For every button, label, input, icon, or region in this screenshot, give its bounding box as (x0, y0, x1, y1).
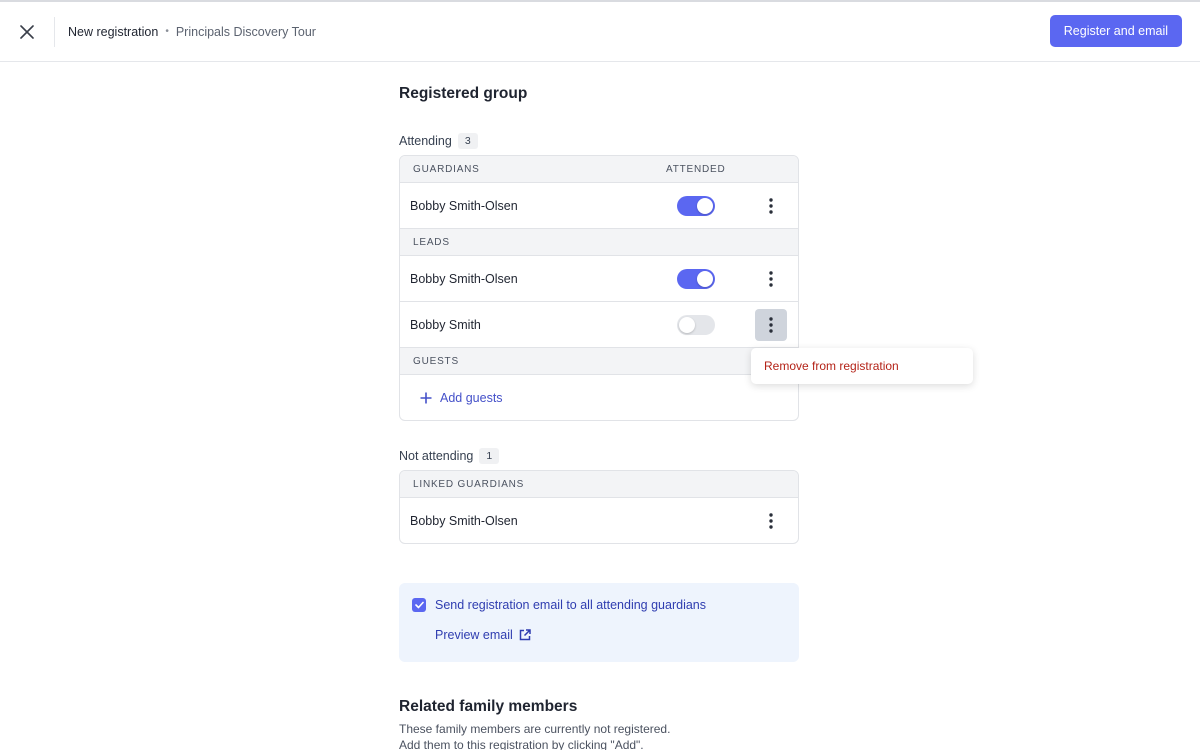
attended-column-header: ATTENDED (666, 163, 726, 175)
check-icon (414, 601, 424, 609)
event-name: Principals Discovery Tour (175, 24, 316, 39)
top-bar: New registration • Principals Discovery … (0, 2, 1200, 62)
attended-toggle[interactable] (677, 195, 715, 216)
plus-icon (420, 392, 432, 403)
preview-email-label: Preview email (435, 628, 513, 642)
row-menu-button[interactable] (755, 308, 787, 341)
linked-guardians-header: LINKED GUARDIANS (400, 471, 798, 498)
guests-header: GUESTS (400, 348, 798, 375)
related-family-description: These family members are currently not r… (399, 721, 670, 750)
register-and-email-button[interactable]: Register and email (1049, 15, 1182, 47)
attended-toggle[interactable] (677, 268, 715, 289)
linked-guardians-header-label: LINKED GUARDIANS (413, 478, 525, 490)
section-heading: Registered group (399, 85, 528, 102)
send-email-label[interactable]: Send registration email to all attending… (435, 598, 706, 612)
toggle-knob (679, 316, 695, 333)
leads-header: LEADS (400, 229, 798, 256)
not-attending-label: Not attending 1 (399, 448, 500, 464)
not-attending-count-badge: 1 (479, 448, 500, 464)
page-title: New registration (68, 24, 159, 39)
description-line: Add them to this registration by clickin… (399, 738, 644, 750)
breadcrumb-separator: • (165, 26, 169, 37)
leads-header-label: LEADS (413, 236, 450, 248)
more-vertical-icon (769, 197, 773, 214)
attended-toggle[interactable] (677, 314, 715, 335)
remove-from-registration-item[interactable]: Remove from registration (764, 359, 899, 373)
row-menu-button[interactable] (755, 505, 787, 537)
more-vertical-icon (769, 512, 773, 529)
not-attending-text: Not attending (399, 449, 474, 463)
divider (54, 16, 55, 47)
not-attending-table: LINKED GUARDIANS Bobby Smith-Olsen (399, 470, 799, 544)
send-email-checkbox[interactable] (412, 598, 426, 612)
email-options-panel: Send registration email to all attending… (399, 583, 799, 662)
attendee-name: Bobby Smith (410, 317, 481, 332)
attendee-name: Bobby Smith-Olsen (410, 198, 518, 213)
row-menu-button[interactable] (755, 190, 787, 222)
guests-header-label: GUESTS (413, 355, 459, 367)
guardian-name: Bobby Smith-Olsen (410, 513, 518, 528)
attending-table: GUARDIANS ATTENDED Bobby Smith-Olsen LEA… (399, 155, 799, 421)
toggle-knob (697, 270, 713, 287)
table-row: Bobby Smith-Olsen (400, 498, 798, 543)
attending-label: Attending 3 (399, 133, 478, 149)
context-menu: Remove from registration (751, 348, 973, 384)
more-vertical-icon (769, 270, 773, 287)
guardians-header-label: GUARDIANS (413, 163, 480, 175)
more-vertical-icon (769, 316, 773, 333)
attending-count-badge: 3 (457, 133, 478, 149)
close-icon (20, 24, 34, 39)
toggle-knob (697, 197, 713, 214)
close-button[interactable] (0, 3, 54, 61)
table-row: Bobby Smith (400, 302, 798, 348)
add-guests-label: Add guests (440, 390, 503, 405)
guardians-header: GUARDIANS ATTENDED (400, 156, 798, 183)
external-link-icon (519, 629, 531, 641)
attendee-name: Bobby Smith-Olsen (410, 271, 518, 286)
add-guests-button[interactable]: Add guests (400, 375, 798, 420)
description-line: These family members are currently not r… (399, 722, 671, 736)
related-family-heading: Related family members (399, 698, 578, 715)
row-menu-button[interactable] (755, 263, 787, 295)
preview-email-link[interactable]: Preview email (435, 628, 531, 642)
table-row: Bobby Smith-Olsen (400, 256, 798, 302)
breadcrumb: New registration • Principals Discovery … (68, 25, 316, 39)
table-row: Bobby Smith-Olsen (400, 183, 798, 229)
attending-text: Attending (399, 134, 452, 148)
